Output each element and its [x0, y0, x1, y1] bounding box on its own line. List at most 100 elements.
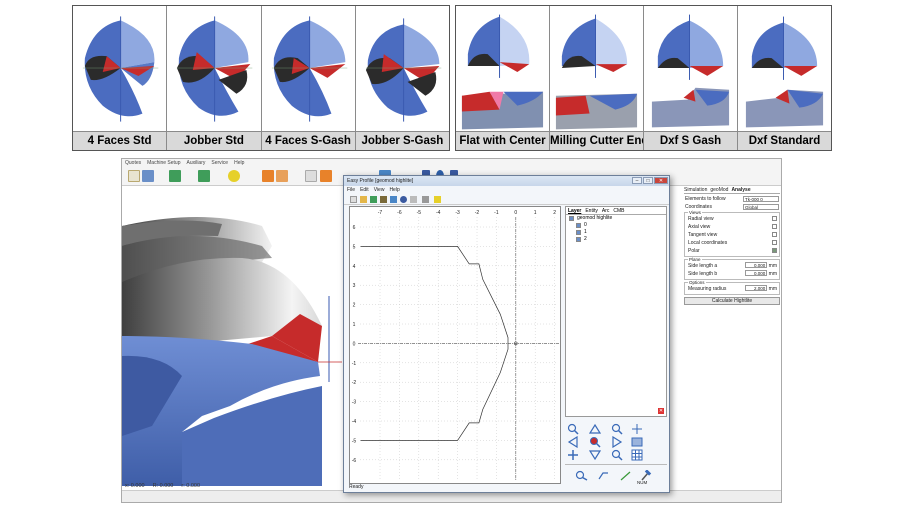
menu-item-quotes[interactable]: Quotes	[125, 159, 141, 168]
tool-setup-icon[interactable]	[198, 170, 210, 182]
line-tool-icon[interactable]	[597, 468, 610, 480]
tile-dxf-standard[interactable]: Dxf Standard	[738, 6, 831, 150]
coordinates-select[interactable]: Global	[743, 203, 779, 210]
layer-checkbox[interactable]	[576, 237, 581, 242]
y-tick-label: 3	[353, 283, 356, 289]
dialog-toolbar	[344, 194, 669, 205]
grind-icon[interactable]	[262, 170, 274, 182]
hammer-icon[interactable]	[639, 468, 652, 481]
profile-zoom-icon[interactable]	[575, 468, 588, 481]
tab-simulation[interactable]: Simulation	[684, 186, 707, 193]
tab-entity[interactable]: Entity	[585, 207, 598, 214]
layer-root-row[interactable]: geomod highlite	[566, 215, 666, 222]
zoom-out-icon[interactable]	[611, 448, 623, 461]
menu-item-help[interactable]: Help	[234, 159, 244, 168]
light-icon[interactable]	[228, 170, 240, 182]
profile-tools	[565, 464, 667, 484]
y-tick-label: -6	[352, 458, 357, 464]
y-tick-label: -4	[352, 419, 357, 425]
polar-checkbox[interactable]	[772, 248, 777, 253]
spreadsheet-icon[interactable]	[142, 170, 154, 182]
tile-4-faces-std[interactable]: 4 Faces Std	[73, 6, 168, 150]
side-a-input[interactable]: 0.000	[745, 262, 768, 268]
new-document-icon[interactable]	[128, 170, 140, 182]
radial-view-checkbox[interactable]	[772, 216, 777, 221]
y-tick-label: -2	[352, 380, 357, 386]
arrow-right-icon[interactable]	[611, 435, 623, 449]
zoom-in-icon[interactable]	[567, 422, 579, 435]
tile-jobber-std[interactable]: Jobber Std	[167, 6, 262, 150]
maximize-button[interactable]: □	[643, 177, 653, 184]
zoom-window-icon[interactable]	[611, 422, 623, 435]
zoom-fit-icon[interactable]	[589, 435, 601, 448]
arrow-up-icon[interactable]	[588, 422, 602, 434]
navigation-pad	[565, 422, 667, 462]
layer-checkbox[interactable]	[576, 230, 581, 235]
menu-item-machine-setup[interactable]: Machine Setup	[147, 159, 180, 168]
layer-row[interactable]: 0	[566, 222, 666, 229]
machine-icon[interactable]	[169, 170, 181, 182]
tab-geomod[interactable]: geoMod	[710, 186, 728, 193]
tab-arc[interactable]: Arc	[602, 207, 610, 214]
layer-checkbox[interactable]	[576, 223, 581, 228]
menu-item-service[interactable]: Service	[211, 159, 228, 168]
calculate-button[interactable]: Calculate Hightlite	[684, 297, 780, 305]
pan-icon[interactable]	[567, 448, 579, 460]
arrow-down-icon[interactable]	[588, 448, 602, 461]
tile-dxf-s-gash[interactable]: Dxf S Gash	[644, 6, 738, 150]
open-folder-icon[interactable]	[360, 196, 367, 203]
elements-select[interactable]: Tk-000 0	[743, 195, 779, 202]
y-tick-label: 2	[353, 303, 356, 309]
menu-edit[interactable]: Edit	[360, 186, 369, 194]
crosshair-icon[interactable]	[631, 422, 643, 434]
import-icon[interactable]	[370, 196, 377, 203]
menu-help[interactable]: Help	[389, 186, 399, 194]
save-icon[interactable]	[390, 196, 397, 203]
tab-cmb[interactable]: CMB	[613, 207, 624, 214]
help-icon[interactable]	[434, 196, 441, 203]
tile-4-faces-s-gash[interactable]: 4 Faces S-Gash	[261, 6, 356, 150]
plane-group-title: Plane	[688, 257, 702, 262]
tile-milling-cutter-end[interactable]: Milling Cutter End	[550, 6, 644, 150]
tile-caption: Milling Cutter End	[550, 131, 643, 150]
layer-row[interactable]: 2	[566, 236, 666, 243]
tab-layer[interactable]: Layer	[568, 207, 581, 214]
elements-row: Elements to follow Tk-000 0	[684, 195, 780, 202]
tile-flat-with-center[interactable]: Flat with Center	[456, 6, 550, 150]
layer-root-checkbox[interactable]	[569, 216, 574, 221]
minimize-button[interactable]: –	[632, 177, 642, 184]
tab-analyse[interactable]: Analyse	[731, 186, 750, 193]
arrow-left-icon[interactable]	[567, 435, 579, 449]
close-button[interactable]: ✕	[654, 177, 668, 184]
chart-icon[interactable]	[380, 196, 387, 203]
tangent-view-checkbox[interactable]	[772, 232, 777, 237]
image-icon[interactable]	[631, 435, 643, 447]
export-icon[interactable]	[320, 170, 332, 182]
new-file-icon[interactable]	[350, 196, 357, 203]
menu-item-auxiliary[interactable]: Auxiliary	[186, 159, 205, 168]
refresh-icon[interactable]	[410, 196, 417, 203]
local-coordinates-checkbox[interactable]	[772, 240, 777, 245]
slope-tool-icon[interactable]	[619, 468, 632, 481]
views-group-title: Views	[688, 210, 702, 215]
radius-input[interactable]: 2.000	[745, 285, 768, 291]
wheel-icon[interactable]	[276, 170, 288, 182]
axial-view-checkbox[interactable]	[772, 224, 777, 229]
side-b-input[interactable]: 0.000	[745, 270, 768, 276]
close-panel-icon[interactable]: ✕	[658, 408, 664, 414]
analyse-panel: Simulation geoMod Analyse Elements to fo…	[684, 186, 780, 336]
grid-icon[interactable]	[631, 448, 643, 461]
tile-jobber-s-gash[interactable]: Jobber S-Gash	[355, 6, 449, 150]
3d-viewport[interactable]: x: 0.000 R: 0.000 r: 0.000	[122, 186, 342, 492]
menu-view[interactable]: View	[374, 186, 385, 194]
layer-row[interactable]: 1	[566, 229, 666, 236]
report-icon[interactable]	[305, 170, 317, 182]
delete-icon[interactable]	[422, 196, 429, 203]
globe-icon[interactable]	[400, 196, 407, 203]
y-tick-label: 6	[353, 225, 356, 231]
layers-tabs: Layer Entity Arc CMB	[566, 207, 666, 215]
menu-file[interactable]: File	[347, 186, 355, 194]
tile-caption: Jobber S-Gash	[355, 131, 449, 150]
profile-plot[interactable]: -7 -6 -5 -4 -3 -2 -1 0 1 2 6 5 4 3 2 1 0 -1 -2 -3 -4 -5 -6	[349, 206, 561, 484]
dialog-title: Easy Profile [geomod highlite]	[347, 178, 414, 184]
